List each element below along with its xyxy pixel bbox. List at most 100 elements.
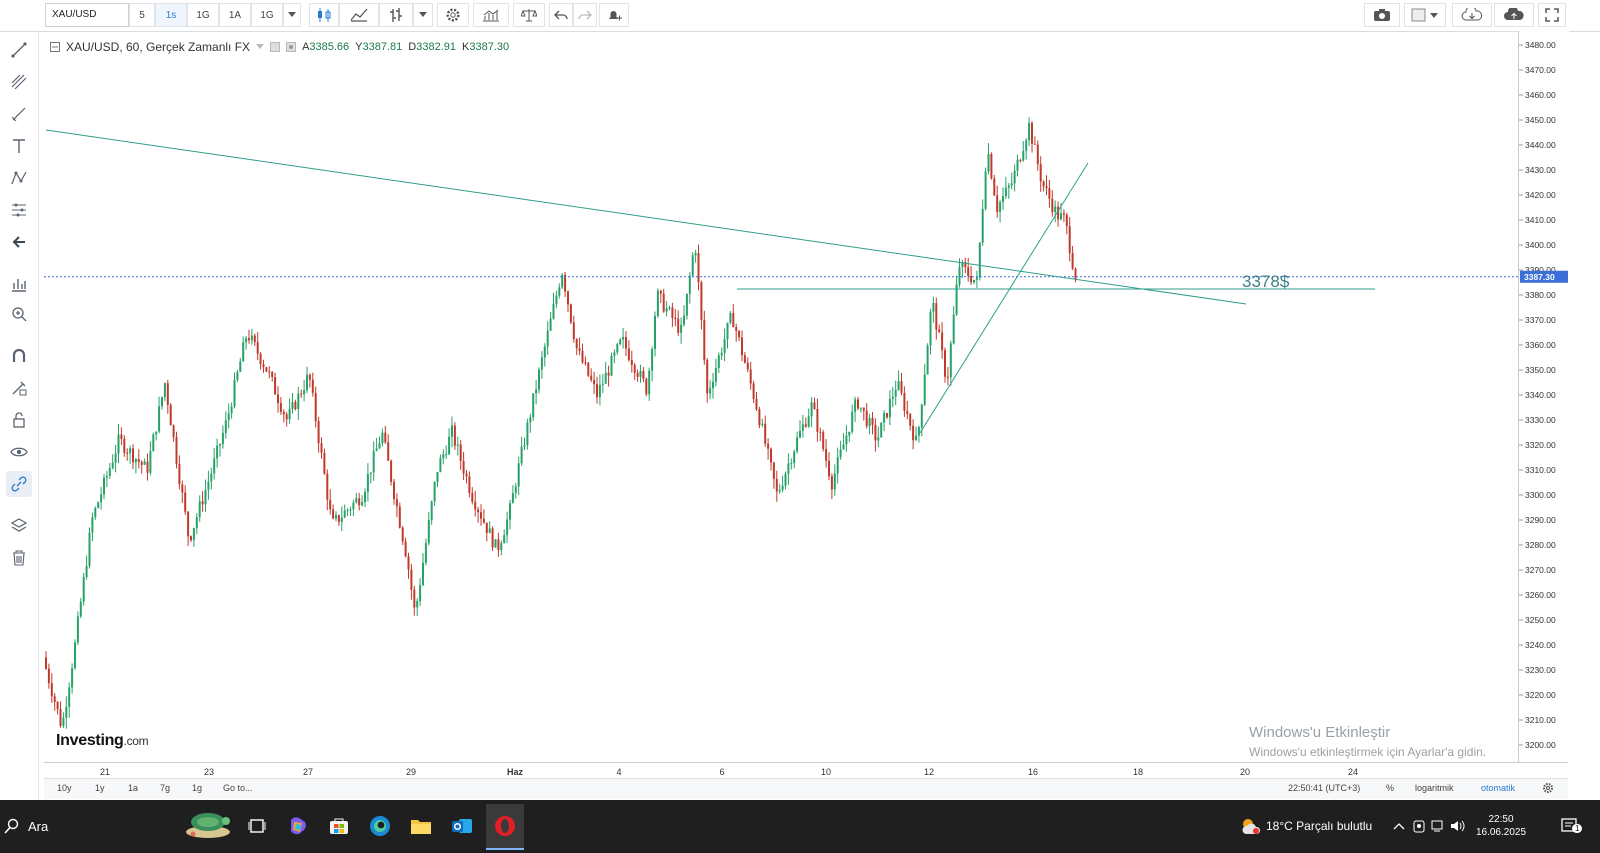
balance-button[interactable] xyxy=(513,3,545,27)
candle-body xyxy=(146,461,149,473)
candle-body xyxy=(253,335,256,343)
price-tick-label: 3480.00 xyxy=(1525,40,1556,50)
gear-icon[interactable] xyxy=(1542,782,1554,794)
candle-body xyxy=(155,431,158,435)
file-explorer-button[interactable] xyxy=(405,810,437,842)
indicators-icon[interactable] xyxy=(6,271,32,297)
studies-button[interactable] xyxy=(473,3,509,27)
timeframe-1g[interactable]: 1G xyxy=(187,3,219,27)
weather-text[interactable]: 18°C Parçalı bulutlu xyxy=(1266,810,1372,842)
turtle-icon xyxy=(186,813,230,838)
candlestick-chart[interactable]: 3378$ xyxy=(44,31,1518,762)
zoom-icon[interactable] xyxy=(6,301,32,327)
text-tool-icon[interactable] xyxy=(6,133,32,159)
search-highlight-image[interactable] xyxy=(178,804,234,848)
chevron-up-icon[interactable] xyxy=(1392,814,1406,838)
candle-body xyxy=(111,462,114,468)
candle-body xyxy=(445,454,448,456)
time-axis[interactable]: 21 23 27 29 Haz 4 6 10 12 16 18 20 24 xyxy=(44,762,1568,779)
symbol-input[interactable]: XAU/USD xyxy=(45,3,129,27)
link-icon[interactable] xyxy=(6,471,32,497)
range-7g[interactable]: 7g xyxy=(160,783,170,793)
candle-body xyxy=(816,409,819,432)
auto-toggle[interactable]: otomatik xyxy=(1481,783,1515,793)
candle-body xyxy=(886,413,888,418)
candle-body xyxy=(271,372,274,377)
camera-status-icon[interactable] xyxy=(1412,814,1426,838)
price-chart[interactable]: 3378$ xyxy=(44,31,1518,762)
candle-body xyxy=(514,486,517,494)
notifications-button[interactable]: 1 xyxy=(1556,812,1584,840)
visibility-icon[interactable] xyxy=(270,42,281,52)
task-view-button[interactable] xyxy=(241,810,273,842)
lock-drawing-icon[interactable] xyxy=(6,375,32,401)
layout-select[interactable] xyxy=(1404,3,1446,27)
indicator-button[interactable] xyxy=(379,3,413,27)
go-to-button[interactable]: Go to... xyxy=(223,783,253,793)
weather-icon[interactable] xyxy=(1240,810,1262,842)
compare-button[interactable] xyxy=(339,3,379,27)
copilot-button[interactable] xyxy=(282,810,314,842)
layers-icon[interactable] xyxy=(6,513,32,539)
candle-body xyxy=(262,364,265,368)
cloud-download-button[interactable] xyxy=(1452,3,1492,27)
volume-icon[interactable] xyxy=(1450,814,1466,838)
price-tick-label: 3210.00 xyxy=(1525,715,1556,725)
candle-body xyxy=(355,498,358,503)
clock[interactable]: 22:50 16.06.2025 xyxy=(1474,806,1528,846)
candle-body xyxy=(906,410,909,414)
trendline-tool-icon[interactable] xyxy=(6,37,32,63)
arrow-back-icon[interactable] xyxy=(6,229,32,255)
alert-button[interactable] xyxy=(599,3,629,27)
candle-body xyxy=(633,365,636,373)
unlock-icon[interactable] xyxy=(6,407,32,433)
range-10y[interactable]: 10y xyxy=(57,783,72,793)
range-1g[interactable]: 1g xyxy=(192,783,202,793)
screenshot-button[interactable] xyxy=(1364,3,1400,27)
timeframe-1g-alt[interactable]: 1G xyxy=(251,3,283,27)
price-axis[interactable]: 3480.00 3470.00 3460.00 3450.00 3440.00 3430.… xyxy=(1518,31,1569,762)
timeframe-1s[interactable]: 1s xyxy=(155,3,187,27)
magnet-icon[interactable] xyxy=(6,343,32,369)
indicator-dropdown[interactable] xyxy=(413,3,433,27)
candle-body xyxy=(877,437,880,441)
candle-body xyxy=(714,367,717,382)
redo-button[interactable] xyxy=(573,3,597,27)
edge-button[interactable] xyxy=(364,810,396,842)
candle-body xyxy=(984,171,987,209)
cloud-upload-button[interactable] xyxy=(1494,3,1534,27)
range-1y[interactable]: 1y xyxy=(95,783,105,793)
candle-body xyxy=(1022,150,1025,161)
fullscreen-button[interactable] xyxy=(1538,3,1566,27)
taskbar-search[interactable]: Ara xyxy=(4,810,84,842)
brush-tool-icon[interactable] xyxy=(6,101,32,127)
timeframe-1a[interactable]: 1A xyxy=(219,3,251,27)
settings-button[interactable] xyxy=(437,3,469,27)
eye-icon[interactable] xyxy=(6,439,32,465)
candlestick-type-button[interactable] xyxy=(309,3,339,27)
measure-tool-icon[interactable] xyxy=(6,197,32,223)
undo-button[interactable] xyxy=(549,3,573,27)
pattern-tool-icon[interactable] xyxy=(6,165,32,191)
candle-body xyxy=(387,442,390,461)
candle-body xyxy=(401,527,404,542)
network-icon[interactable] xyxy=(1430,814,1444,838)
price-tick-label: 3300.00 xyxy=(1525,490,1556,500)
percent-toggle[interactable]: % xyxy=(1386,783,1394,793)
collapse-legend-icon[interactable] xyxy=(50,42,60,52)
timeframe-5[interactable]: 5 xyxy=(129,3,155,27)
pitchfork-tool-icon[interactable] xyxy=(6,69,32,95)
candle-body xyxy=(480,512,482,519)
opera-button[interactable] xyxy=(486,804,524,850)
trash-icon[interactable] xyxy=(6,545,32,571)
settings-small-icon[interactable] xyxy=(286,42,297,52)
outlook-button[interactable] xyxy=(446,810,478,842)
candle-body xyxy=(163,383,166,398)
store-button[interactable] xyxy=(323,810,355,842)
log-toggle[interactable]: logaritmik xyxy=(1415,783,1454,793)
chevron-down-icon[interactable] xyxy=(256,44,265,50)
candle-body xyxy=(114,453,117,463)
timeframe-dropdown[interactable] xyxy=(283,3,301,27)
range-1a[interactable]: 1a xyxy=(128,783,138,793)
candle-body xyxy=(166,383,169,405)
